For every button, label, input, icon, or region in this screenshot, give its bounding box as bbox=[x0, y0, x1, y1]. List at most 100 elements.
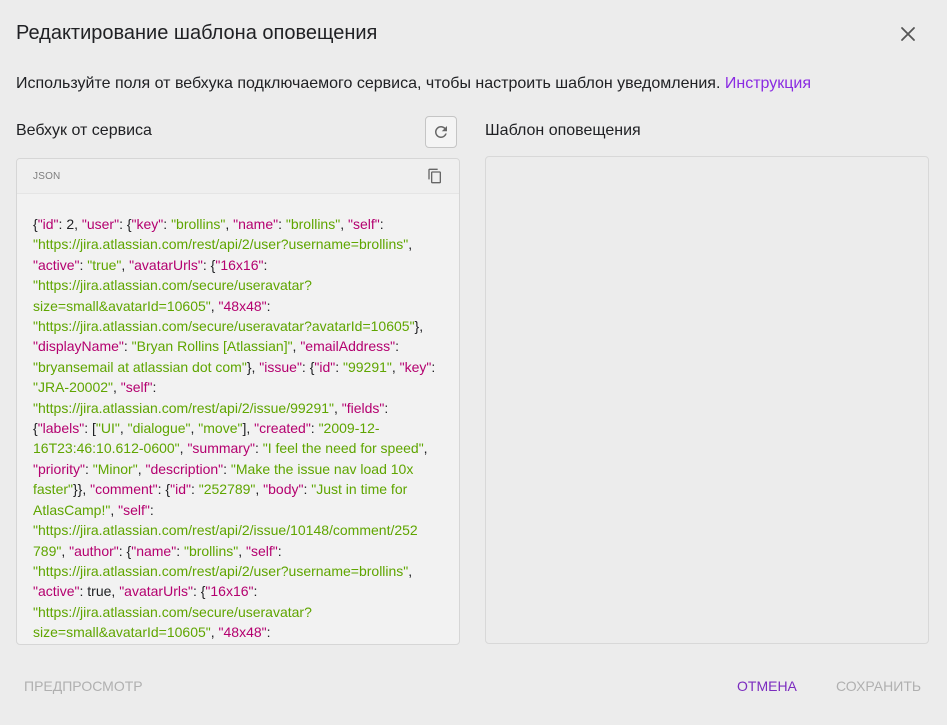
code-header: JSON bbox=[17, 159, 459, 194]
code-token: "JRA-20002" bbox=[33, 379, 113, 396]
code-token: "Minor" bbox=[92, 460, 138, 477]
code-token: "252789" bbox=[198, 481, 256, 498]
code-token: "https://jira.atlassian.com/secure/usera… bbox=[33, 318, 415, 335]
code-token: , bbox=[423, 440, 428, 457]
code-token: : [ bbox=[84, 420, 96, 437]
template-label: Шаблон оповещения bbox=[485, 122, 641, 139]
code-token: , bbox=[333, 399, 342, 416]
code-token: : bbox=[395, 338, 399, 355]
code-token: "https://jira.atlassian.com/rest/api/2/u… bbox=[33, 236, 409, 253]
code-token: "brollins" bbox=[183, 542, 239, 559]
description-text: Используйте поля от вебхука подключаемог… bbox=[16, 75, 721, 92]
code-token: , bbox=[74, 216, 82, 232]
code-token: "fields" bbox=[341, 399, 385, 416]
code-token: , bbox=[119, 420, 128, 437]
code-token: 2 bbox=[66, 216, 75, 232]
code-token: "author" bbox=[69, 542, 119, 559]
code-token: "comment" bbox=[90, 481, 158, 498]
dialog-header: Редактирование шаблона оповещения bbox=[16, 18, 931, 48]
instruction-link[interactable]: Инструкция bbox=[725, 75, 811, 92]
code-token: "description" bbox=[145, 460, 224, 477]
code-token: "self" bbox=[246, 542, 278, 559]
code-token: : { bbox=[119, 216, 132, 232]
code-token: : { bbox=[301, 358, 315, 375]
template-editor[interactable] bbox=[485, 156, 929, 644]
code-token: : bbox=[254, 440, 263, 457]
code-token: : bbox=[263, 256, 268, 273]
code-token: "name" bbox=[131, 542, 177, 559]
webhook-json-panel: JSON {"id": 2, "user": {"key": "brollins… bbox=[16, 158, 460, 645]
code-token: "created" bbox=[254, 420, 311, 437]
code-token: true bbox=[87, 583, 112, 600]
code-token: }, bbox=[414, 318, 424, 335]
code-token: "dialogue" bbox=[127, 420, 191, 437]
code-token: "brollins" bbox=[285, 216, 341, 232]
code-token: , bbox=[61, 542, 70, 559]
code-token: "brollins" bbox=[171, 216, 226, 232]
refresh-button[interactable] bbox=[425, 116, 457, 148]
code-token: : { bbox=[157, 481, 171, 498]
code-token: "https://jira.atlassian.com/rest/api/2/u… bbox=[33, 562, 409, 579]
code-token: , bbox=[210, 624, 219, 641]
code-token: "issue" bbox=[259, 358, 302, 375]
close-icon[interactable] bbox=[897, 23, 919, 45]
code-token: : bbox=[335, 358, 344, 375]
copy-icon[interactable] bbox=[427, 168, 443, 184]
code-token: "bryansemail at atlassian dot com" bbox=[33, 358, 247, 375]
code-token: : bbox=[278, 216, 286, 232]
save-button[interactable]: СОХРАНИТЬ bbox=[836, 678, 921, 694]
code-token: "self" bbox=[347, 216, 380, 232]
code-token: : bbox=[123, 338, 132, 355]
code-token: }, bbox=[246, 358, 260, 375]
code-token: : bbox=[266, 624, 271, 641]
webhook-label: Вебхук от сервиса bbox=[16, 122, 152, 139]
code-token: "name" bbox=[233, 216, 279, 232]
code-token: : bbox=[310, 420, 319, 437]
code-token: "body" bbox=[263, 481, 304, 498]
code-token: "emailAddress" bbox=[300, 338, 396, 355]
code-token: "16x16" bbox=[205, 583, 254, 600]
code-token: : bbox=[190, 481, 199, 498]
code-token: , bbox=[110, 501, 119, 518]
code-token: "Bryan Rollins [Atlassian]" bbox=[131, 338, 293, 355]
code-token: "priority" bbox=[33, 460, 85, 477]
code-token: , bbox=[408, 562, 413, 579]
code-token: "key" bbox=[131, 216, 164, 232]
code-token: , bbox=[340, 216, 348, 232]
code-token: "I feel the need for speed" bbox=[262, 440, 424, 457]
code-token: : bbox=[253, 583, 258, 600]
code-token: "active" bbox=[33, 583, 80, 600]
refresh-icon bbox=[434, 125, 447, 138]
code-token: : bbox=[223, 460, 231, 477]
code-language-label: JSON bbox=[33, 170, 61, 182]
cancel-button[interactable]: ОТМЕНА bbox=[737, 678, 797, 694]
code-token: "id" bbox=[170, 481, 191, 498]
dialog-description: Используйте поля от вебхука подключаемог… bbox=[16, 75, 811, 93]
code-token: : { bbox=[202, 256, 216, 273]
code-token: : bbox=[266, 297, 271, 314]
code-token: , bbox=[225, 216, 234, 232]
code-token: "self" bbox=[120, 379, 153, 396]
code-token: "avatarUrls" bbox=[129, 256, 203, 273]
dialog-footer: ПРЕДПРОСМОТР ОТМЕНА СОХРАНИТЬ bbox=[0, 678, 947, 698]
code-token: "displayName" bbox=[33, 338, 124, 355]
code-token: "48x48" bbox=[218, 624, 267, 641]
code-token: , bbox=[391, 358, 400, 375]
code-token: }}, bbox=[72, 481, 91, 498]
code-token: , bbox=[210, 297, 219, 314]
code-token: "active" bbox=[33, 256, 80, 273]
code-token: "summary" bbox=[187, 440, 255, 457]
code-token: : bbox=[163, 216, 172, 232]
code-token: : { bbox=[192, 583, 206, 600]
preview-button[interactable]: ПРЕДПРОСМОТР bbox=[24, 678, 143, 694]
code-token: : { bbox=[118, 542, 132, 559]
code-token: : bbox=[431, 358, 436, 375]
edit-notification-template-dialog: Редактирование шаблона оповещения Исполь… bbox=[0, 0, 947, 725]
code-token: "48x48" bbox=[218, 297, 267, 314]
code-token: , bbox=[238, 542, 247, 559]
code-token: "99291" bbox=[343, 358, 392, 375]
code-token: "id" bbox=[37, 216, 59, 232]
code-token: "move" bbox=[198, 420, 243, 437]
code-token: "user" bbox=[81, 216, 120, 232]
dialog-title: Редактирование шаблона оповещения bbox=[16, 22, 378, 44]
